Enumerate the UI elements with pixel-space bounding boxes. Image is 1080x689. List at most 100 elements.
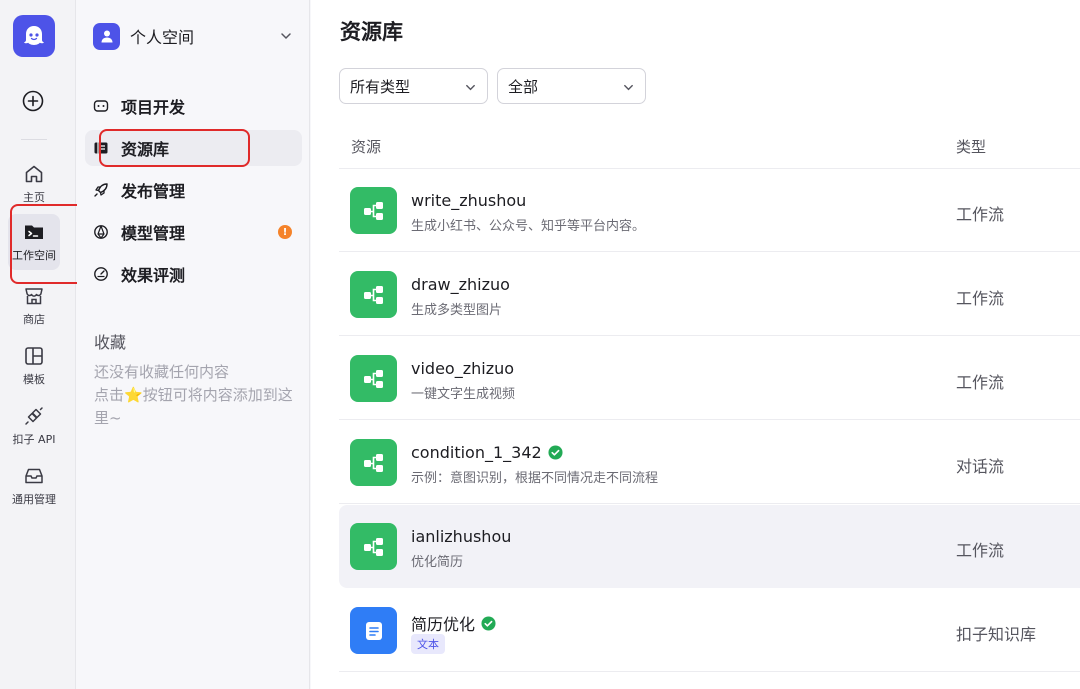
nav-label: 效果评测 <box>121 266 186 285</box>
verified-check-icon <box>481 615 496 631</box>
chevron-down-icon <box>624 84 633 91</box>
space-name: 个人空间 <box>130 28 195 47</box>
resource-name: ianlizhushou <box>411 527 511 546</box>
rail-item-api[interactable]: 扣子 API <box>8 398 60 454</box>
nav-label: 模型管理 <box>121 224 186 243</box>
nav-item-evaluation[interactable]: 效果评测 <box>85 256 302 292</box>
nav-item-library[interactable]: 资源库 <box>85 130 302 166</box>
resource-name-text: 简历优化 <box>411 615 476 634</box>
column-header-resource: 资源 <box>351 138 382 156</box>
resource-type: 工作流 <box>956 289 1005 308</box>
resource-name-text: draw_zhizuo <box>411 275 510 294</box>
workflow-icon <box>350 523 397 570</box>
model-icon <box>94 225 108 239</box>
resource-name: condition_1_342 <box>411 443 563 462</box>
rail-item-home[interactable]: 主页 <box>8 156 60 212</box>
table-row[interactable]: draw_zhizuo 生成多类型图片 工作流 <box>339 253 1080 336</box>
ghost-logo-icon <box>24 26 44 45</box>
rail-label: 扣子 API <box>12 433 56 446</box>
resource-name-text: write_zhushou <box>411 191 527 210</box>
table-row[interactable]: 简历优化 文本 扣子知识库 <box>339 589 1080 672</box>
gauge-icon <box>94 267 108 281</box>
resource-type: 工作流 <box>956 205 1005 224</box>
terminal-folder-icon <box>25 225 43 239</box>
column-header-type: 类型 <box>956 138 987 156</box>
type-filter-select[interactable]: 所有类型 <box>339 68 488 104</box>
table-row[interactable]: write_zhushou 生成小红书、公众号、知乎等平台内容。 工作流 <box>339 169 1080 252</box>
create-button[interactable] <box>21 89 45 113</box>
chevron-down-icon <box>281 33 291 40</box>
nav-label: 资源库 <box>121 140 170 159</box>
rocket-icon <box>94 183 108 197</box>
table-row[interactable]: video_zhizuo 一键文字生成视频 工作流 <box>339 337 1080 420</box>
page-title: 资源库 <box>340 20 403 44</box>
resource-type: 工作流 <box>956 541 1005 560</box>
workflow-icon <box>350 187 397 234</box>
resource-type: 扣子知识库 <box>956 625 1037 644</box>
star-icon: ⭐ <box>124 386 143 404</box>
rail-label: 模板 <box>23 373 45 386</box>
api-icon <box>25 407 43 425</box>
knowledge-doc-icon <box>350 607 397 654</box>
space-selector[interactable]: 个人空间 <box>93 22 293 50</box>
filter-value: 全部 <box>508 77 539 96</box>
store-icon <box>25 288 43 305</box>
robot-icon <box>93 100 109 112</box>
resource-type: 对话流 <box>956 457 1005 476</box>
rail-divider <box>21 139 47 140</box>
workflow-icon <box>350 271 397 318</box>
table-row[interactable]: condition_1_342 示例：意图识别，根据不同情况走不同流程 对话流 <box>339 421 1080 504</box>
app-logo[interactable] <box>13 15 55 57</box>
nav-item-projects[interactable]: 项目开发 <box>85 88 302 124</box>
rail-item-workspace[interactable]: 工作空间 <box>8 214 60 270</box>
resource-description: 生成多类型图片 <box>411 303 503 318</box>
resource-description: 一键文字生成视频 <box>411 387 516 402</box>
avatar <box>93 22 120 50</box>
rail-item-management[interactable]: 通用管理 <box>8 458 60 514</box>
favorites-empty-text: 还没有收藏任何内容 点击⭐按钮可将内容添加到这里~ <box>94 361 299 430</box>
user-icon <box>101 30 112 43</box>
nav-label: 发布管理 <box>121 182 186 201</box>
nav-label: 项目开发 <box>121 98 186 117</box>
favorites-empty-line: 还没有收藏任何内容 <box>94 363 230 381</box>
hint-prefix: 点击 <box>94 386 125 404</box>
rail-label: 商店 <box>23 313 45 326</box>
workflow-icon <box>350 439 397 486</box>
chevron-down-icon <box>466 84 475 91</box>
resource-name: write_zhushou <box>411 191 526 210</box>
resource-name: 简历优化 <box>411 611 496 635</box>
rail-item-store[interactable]: 商店 <box>8 278 60 334</box>
rail-label: 工作空间 <box>12 249 56 262</box>
library-icon <box>94 142 108 154</box>
resource-description: 示例：意图识别，根据不同情况走不同流程 <box>411 471 659 486</box>
resource-name-text: ianlizhushou <box>411 527 512 546</box>
home-icon <box>25 165 43 183</box>
template-icon <box>25 347 43 365</box>
resource-description: 优化简历 <box>411 555 464 570</box>
workspace-sidebar: 个人空间 项目开发 资源库 发布管理 模型管理 ! 效果评测 收藏 还没有收藏任… <box>77 0 310 689</box>
resource-tag: 文本 <box>411 634 445 654</box>
rail-item-templates[interactable]: 模板 <box>8 338 60 394</box>
rail-label: 通用管理 <box>12 493 56 506</box>
favorites-empty-hint: 点击⭐按钮可将内容添加到这里~ <box>94 384 299 430</box>
favorites-title: 收藏 <box>94 333 127 352</box>
resource-name: draw_zhizuo <box>411 275 510 294</box>
filter-value: 所有类型 <box>350 77 411 96</box>
table-row[interactable]: ianlizhushou 优化简历 工作流 <box>339 505 1080 588</box>
inbox-icon <box>25 468 43 484</box>
resource-name: video_zhizuo <box>411 359 514 378</box>
workflow-icon <box>350 355 397 402</box>
plus-circle-icon <box>22 90 44 112</box>
rail-label: 主页 <box>23 191 45 204</box>
resource-name-text: condition_1_342 <box>411 443 542 462</box>
warning-badge: ! <box>278 225 292 239</box>
icon-rail: 主页 工作空间 商店 模板 扣子 API 通用管理 <box>0 0 90 689</box>
resource-description: 生成小红书、公众号、知乎等平台内容。 <box>411 219 646 234</box>
nav-item-models[interactable]: 模型管理 ! <box>85 214 302 250</box>
scope-filter-select[interactable]: 全部 <box>497 68 646 104</box>
verified-check-icon <box>548 445 563 460</box>
nav-item-publish[interactable]: 发布管理 <box>85 172 302 208</box>
library-main: 资源库 所有类型 全部 资源 类型 write_zhushou 生成小红书、公众… <box>311 0 1080 689</box>
resource-name-text: video_zhizuo <box>411 359 515 378</box>
resource-type: 工作流 <box>956 373 1005 392</box>
